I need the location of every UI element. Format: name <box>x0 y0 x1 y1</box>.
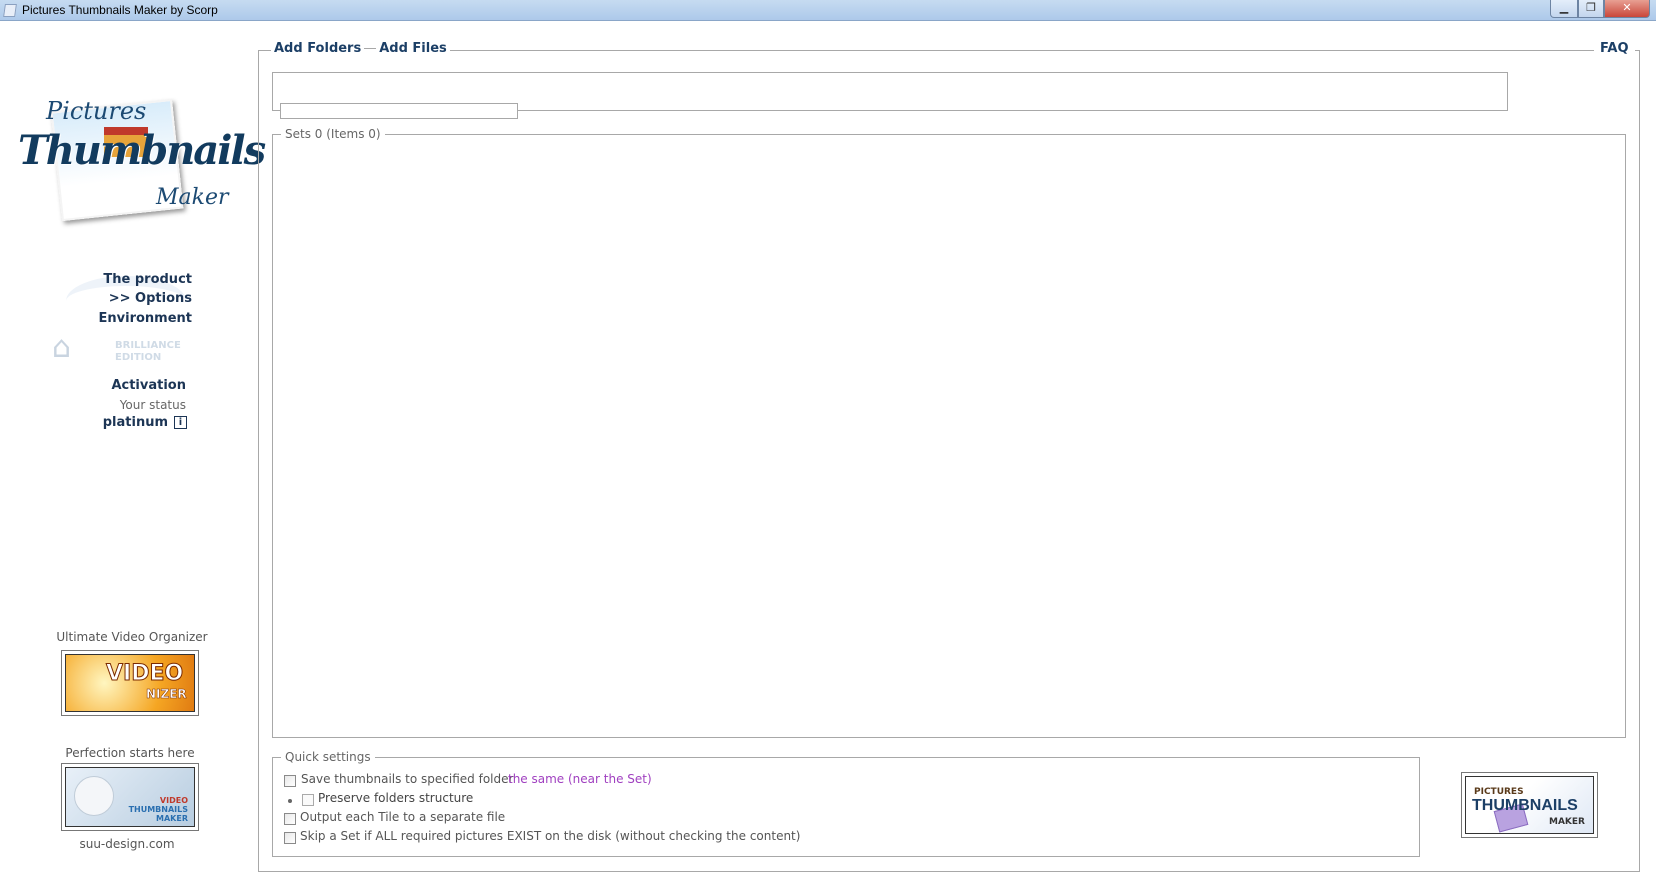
nav-environment[interactable]: Environment <box>99 311 193 326</box>
sidebar: The product >> Options Environment ⌂ BRI… <box>52 272 193 430</box>
site-link[interactable]: suu-design.com <box>27 837 227 851</box>
add-files-link[interactable]: Add Files <box>376 41 450 56</box>
promo2-caption: Perfection starts here <box>65 746 195 760</box>
faq-link[interactable]: FAQ <box>1594 41 1635 56</box>
nav-options[interactable]: >> Options <box>109 291 192 306</box>
videonizer-banner[interactable]: VIDEO NIZER <box>61 650 199 716</box>
bullet <box>288 799 292 803</box>
status-value: platinum <box>102 415 168 430</box>
save-to-folder-checkbox[interactable] <box>284 775 296 787</box>
sets-group[interactable] <box>272 134 1626 738</box>
promo1-caption: Ultimate Video Organizer <box>56 630 208 644</box>
close-button[interactable]: ✕ <box>1604 0 1650 18</box>
app-icon <box>3 4 17 17</box>
video-thumbnails-maker-banner[interactable]: VIDEO THUMBNAILS MAKER <box>61 763 199 831</box>
output-folder-link[interactable]: the same (near the Set) <box>508 772 652 786</box>
minimize-button[interactable]: ▁ <box>1550 0 1578 18</box>
owl-icon <box>74 776 114 816</box>
skip-existing-checkbox[interactable] <box>284 832 296 844</box>
status-label: Your status <box>119 398 186 412</box>
nav-the-product[interactable]: The product <box>103 272 192 287</box>
edition-logo-icon: ⌂ <box>52 330 72 365</box>
window-title: Pictures Thumbnails Maker by Scorp <box>22 3 218 17</box>
progress-bar <box>280 103 518 119</box>
pictures-thumbnails-maker-badge[interactable]: PICTURES THUMBNAILS MAKER <box>1461 772 1598 838</box>
sets-legend: Sets 0 (Items 0) <box>281 127 385 141</box>
add-folders-link[interactable]: Add Folders <box>271 41 365 56</box>
quick-settings-legend: Quick settings <box>281 750 375 764</box>
info-icon[interactable]: i <box>174 416 187 429</box>
nav-activation[interactable]: Activation <box>111 378 186 393</box>
preserve-structure-checkbox[interactable] <box>302 794 314 806</box>
app-logo: Pictures Thumbnails Maker <box>16 97 266 229</box>
title-bar: Pictures Thumbnails Maker by Scorp ▁ ❐ ✕ <box>0 0 1656 21</box>
separate-tile-checkbox[interactable] <box>284 813 296 825</box>
restore-button[interactable]: ❐ <box>1578 0 1604 18</box>
